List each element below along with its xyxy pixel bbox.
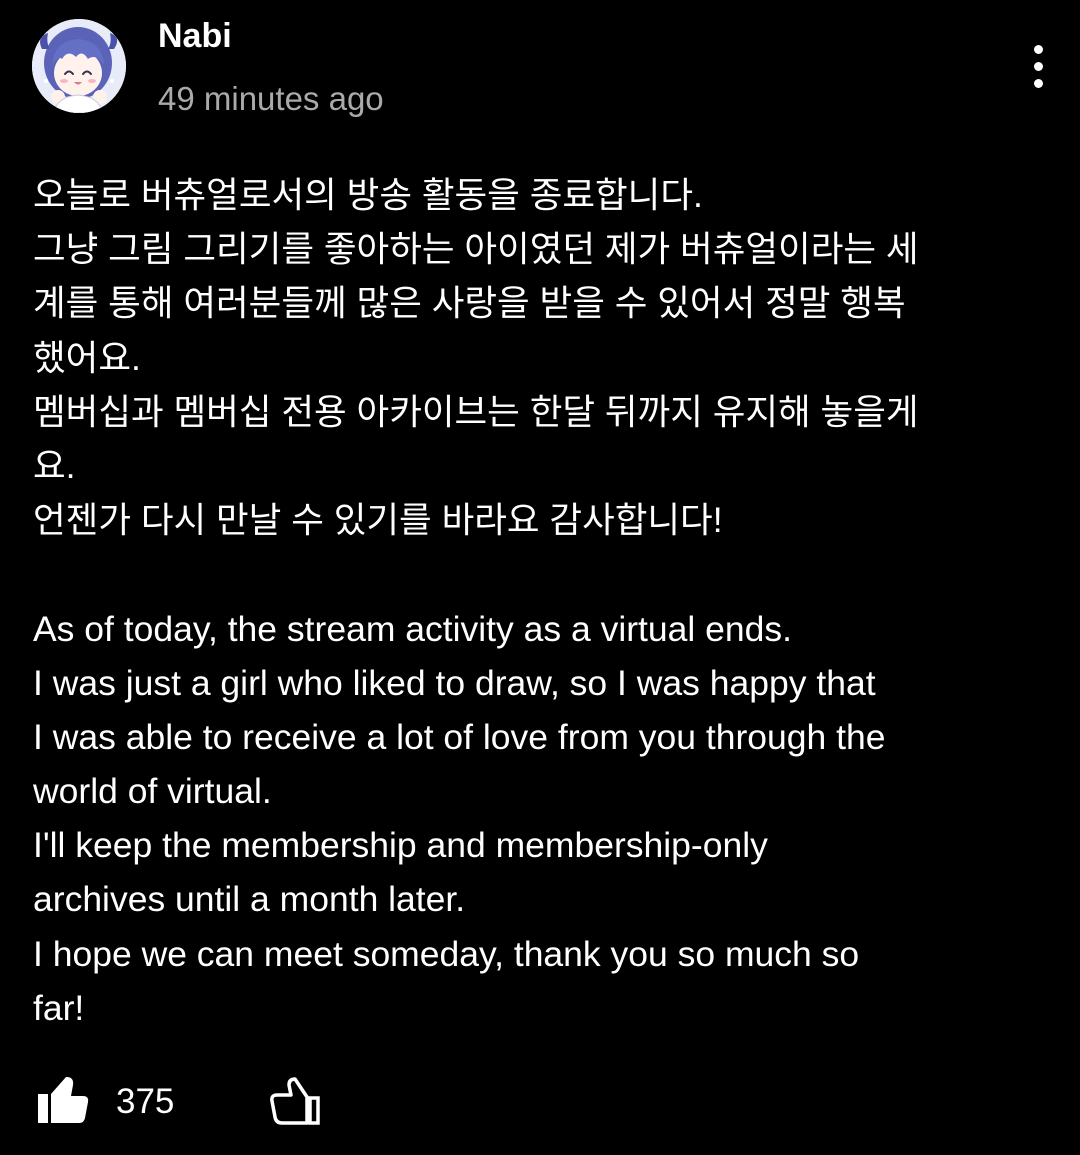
like-button[interactable] [36, 1075, 92, 1129]
anime-girl-avatar-icon [32, 19, 126, 113]
comment-line: 멤버십과 멤버십 전용 아카이브는 한달 뒤까지 유지해 놓을게 [33, 391, 919, 432]
comment-actions: 375 [36, 1075, 436, 1129]
comment-line: As of today, the stream activity as a vi… [33, 608, 792, 649]
avatar[interactable] [32, 19, 126, 113]
comment-line: I was able to receive a lot of love from… [33, 716, 886, 757]
comment-line: far! [33, 987, 85, 1028]
comment-line: 했어요. [33, 337, 141, 378]
like-count: 375 [116, 1082, 175, 1121]
comment-line: 요. [33, 445, 76, 486]
comment-line: I was just a girl who liked to draw, so … [33, 662, 876, 703]
thumbs-up-icon [38, 1077, 89, 1123]
author-name[interactable]: Nabi [158, 16, 232, 56]
comment-text: 오늘로 버츄얼로서의 방송 활동을 종료합니다. 그냥 그림 그리기를 좋아하는… [33, 168, 1043, 1035]
thumbs-down-icon [270, 1077, 320, 1125]
more-vertical-icon-dot [1033, 61, 1043, 71]
more-vertical-icon [1033, 44, 1043, 54]
comment-line: 그냥 그림 그리기를 좋아하는 아이였던 제가 버츄얼이라는 세 [33, 229, 919, 270]
comment-line: 언젠가 다시 만날 수 있기를 바라요 감사합니다! [33, 500, 723, 541]
comment-line: 계를 통해 여러분들께 많은 사랑을 받을 수 있어서 정말 행복 [33, 283, 906, 324]
more-options-button[interactable] [1016, 40, 1060, 92]
comment-line: I hope we can meet someday, thank you so… [33, 933, 860, 974]
comment-line: I'll keep the membership and membership-… [33, 825, 768, 866]
comment-line: 오늘로 버츄얼로서의 방송 활동을 종료합니다. [33, 175, 703, 215]
more-vertical-icon-dot [1033, 78, 1043, 88]
dislike-button[interactable] [268, 1075, 324, 1129]
comment-card: Nabi 49 minutes ago 오늘로 버츄얼로서의 방송 활동을 종료… [0, 0, 1080, 1155]
comment-timestamp[interactable]: 49 minutes ago [158, 78, 384, 120]
comment-line: archives until a month later. [33, 879, 466, 920]
comment-line: world of virtual. [33, 771, 272, 812]
